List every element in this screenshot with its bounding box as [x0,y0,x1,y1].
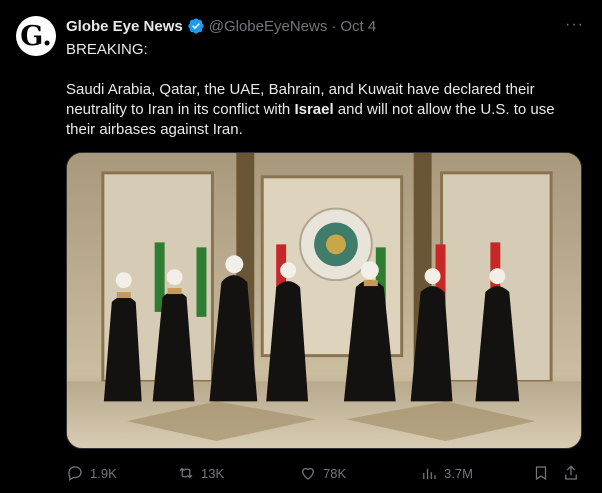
tweet-text-line1: BREAKING: [66,41,148,58]
avatar[interactable]: G. [16,16,56,56]
retweet-icon [179,467,193,479]
tweet-photo[interactable] [66,152,582,449]
author-handle[interactable]: @GlobeEyeNews [209,18,328,35]
highlighted-word[interactable]: Israel [294,101,333,118]
retweet-button[interactable]: 13K [177,462,224,484]
bookmark-icon [535,466,547,481]
tweet-date[interactable]: Oct 4 [340,18,376,35]
reply-icon [68,466,82,481]
tweet-text: BREAKING: Saudi Arabia, Qatar, the UAE, … [66,40,586,140]
header-separator: · [331,17,337,35]
like-count: 78K [323,465,347,481]
like-button[interactable]: 78K [299,462,346,484]
tweet-text-paragraph: Saudi Arabia, Qatar, the UAE, Bahrain, a… [66,80,586,140]
tweet-card[interactable]: G. Globe Eye News @GlobeEyeNews · Oct 4 … [0,0,602,493]
avatar-letter: G. [20,20,52,52]
heart-icon [302,467,314,480]
action-bar: 1.9K 13K 78K 3.7M [66,462,586,484]
author-name[interactable]: Globe Eye News [66,18,183,35]
summit-photo-illustration [67,153,581,448]
reply-button[interactable]: 1.9K [66,462,117,484]
tweet-header: Globe Eye News @GlobeEyeNews · Oct 4 [66,16,376,36]
view-count: 3.7M [444,465,473,481]
retweet-count: 13K [201,465,225,481]
bookmark-button[interactable] [532,462,550,484]
views-button[interactable]: 3.7M [420,462,473,484]
verified-badge-icon[interactable] [187,17,205,35]
share-icon [565,465,577,480]
views-chart-icon [423,468,436,479]
share-button[interactable] [562,462,580,484]
more-options-icon[interactable]: ··· [565,16,584,34]
reply-count: 1.9K [90,465,117,481]
